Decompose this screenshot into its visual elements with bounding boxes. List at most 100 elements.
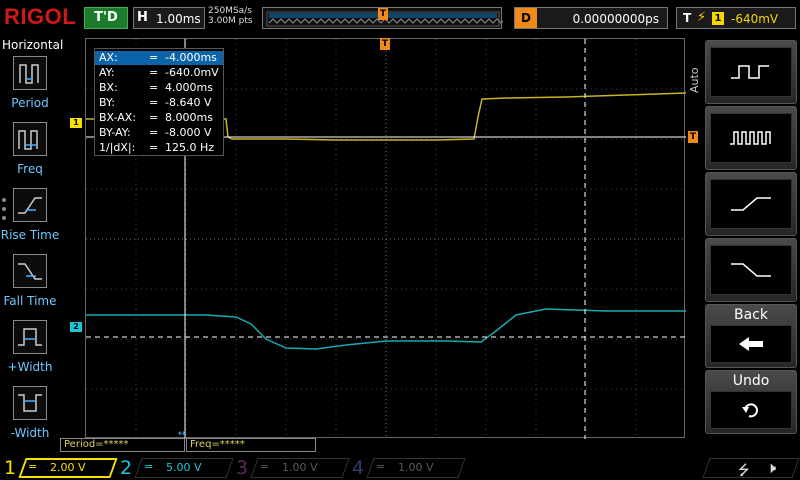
undo-label: Undo xyxy=(732,373,770,389)
cursor-key: BY: xyxy=(99,96,115,109)
channel-1-status[interactable]: 1 = 2.00 V xyxy=(0,456,118,480)
coupling-icon: = xyxy=(144,460,154,473)
channel-number: 4 xyxy=(352,457,365,479)
menu-title: Horizontal xyxy=(2,38,64,52)
cursor-value: -8.000 V xyxy=(165,126,212,139)
auto-fall-button[interactable] xyxy=(705,238,797,302)
channel-number: 3 xyxy=(236,457,249,479)
negative-width-label: -Width xyxy=(10,426,50,440)
rise-time-label: Rise Time xyxy=(0,228,60,242)
auto-side-label: Auto xyxy=(688,67,701,93)
freq-icon xyxy=(13,122,47,156)
timebase-label: H xyxy=(137,10,148,25)
measure-positive-width-item[interactable]: +Width xyxy=(0,320,60,386)
channel-3-status[interactable]: 3 = 1.00 V xyxy=(232,456,350,480)
positive-width-label: +Width xyxy=(7,360,53,374)
channel-number: 1 xyxy=(4,457,17,479)
auto-freq-button[interactable] xyxy=(705,106,797,170)
coupling-icon: = xyxy=(260,460,270,473)
cursor-value: -8.640 V xyxy=(165,96,212,109)
trigger-position-marker[interactable]: T xyxy=(380,38,390,50)
channel-scale: 1.00 V xyxy=(398,461,434,474)
square-wave-icon xyxy=(731,65,769,79)
freq-result-box: Freq=***** xyxy=(186,438,316,452)
period-label: Period xyxy=(11,96,49,110)
left-arrow-icon xyxy=(739,337,763,351)
cursor-key: BY-AY: xyxy=(99,126,131,139)
run-status-badge[interactable]: T'D xyxy=(84,7,128,29)
memory-trigger-marker: T xyxy=(378,8,388,20)
channel-scale: 2.00 V xyxy=(50,461,86,474)
cursor-value: -640.0mV xyxy=(165,66,219,79)
period-icon xyxy=(13,56,47,90)
timebase-display[interactable]: H 1.00ms xyxy=(133,7,205,29)
measurement-menu: Horizontal Period Freq Rise Time Fall Ti… xyxy=(0,36,64,456)
cursor-row-by: BY: = -8.640 V xyxy=(99,96,223,110)
falling-edge-icon xyxy=(731,263,771,277)
cursor-row-dy: BY-AY: = -8.000 V xyxy=(99,126,223,140)
fall-time-icon xyxy=(13,254,47,288)
ch1-offset-marker[interactable]: 1 xyxy=(70,118,82,128)
coupling-icon: = xyxy=(376,460,386,473)
cursor-row-ax[interactable]: AX: = -4.000ms xyxy=(95,51,223,65)
sample-rate: 250MSa/s xyxy=(208,6,252,16)
horizontal-delay-display[interactable]: D 0.00000000ps xyxy=(514,7,668,29)
freq-label: Freq xyxy=(17,162,43,176)
cursor-eq: = xyxy=(149,51,159,64)
cursor-key: AY: xyxy=(99,66,115,79)
measure-freq-item[interactable]: Freq xyxy=(0,122,60,188)
system-status-area xyxy=(702,458,800,478)
trigger-settings-display[interactable]: T ⚡ 1 -640mV xyxy=(676,7,796,29)
cursor-eq: = xyxy=(149,141,159,154)
channel-2-status[interactable]: 2 = 5.00 V xyxy=(116,456,234,480)
channel-number: 2 xyxy=(120,457,133,479)
positive-width-icon xyxy=(13,320,47,354)
undo-icon xyxy=(742,403,758,418)
cursor-value: 8.000ms xyxy=(165,111,213,124)
channel-status-bar: 1 = 2.00 V 2 = 5.00 V 3 = 1.00 V 4 = 1.0… xyxy=(0,456,800,480)
delay-value: 0.00000000ps xyxy=(572,12,659,26)
timebase-value: 1.00ms xyxy=(156,12,201,26)
measure-period-item[interactable]: Period xyxy=(0,56,60,122)
trigger-label: T xyxy=(683,11,692,25)
coupling-icon: = xyxy=(28,460,38,473)
rising-edge-icon xyxy=(731,197,771,211)
top-status-bar: RIGOL T'D H 1.00ms 250MSa/s 3.00M pts T … xyxy=(0,0,800,36)
channel-scale: 1.00 V xyxy=(282,461,318,474)
auto-rise-button[interactable] xyxy=(705,172,797,236)
measure-fall-time-item[interactable]: Fall Time xyxy=(0,254,60,320)
acquisition-info: 250MSa/s 3.00M pts xyxy=(208,6,253,26)
cursor-eq: = xyxy=(149,126,159,139)
cursor-value: -4.000ms xyxy=(165,51,217,64)
ch2-offset-marker[interactable]: 2 xyxy=(70,322,82,332)
brand-logo: RIGOL xyxy=(4,4,77,29)
rise-time-icon xyxy=(13,188,47,222)
channel-4-status[interactable]: 4 = 1.00 V xyxy=(348,456,466,480)
period-result-box: Period=***** xyxy=(60,438,185,452)
trigger-source: 1 xyxy=(712,12,724,25)
cursor-eq: = xyxy=(149,111,159,124)
cursor-eq: = xyxy=(149,81,159,94)
cursor-eq: = xyxy=(149,66,159,79)
rising-edge-icon: ⚡ xyxy=(697,10,707,25)
pulse-train-icon xyxy=(730,131,771,145)
cursor-row-bx: BX: = 4.000ms xyxy=(99,81,223,95)
auto-measure-menu: Auto Back Undo xyxy=(688,40,800,456)
measure-rise-time-item[interactable]: Rise Time xyxy=(0,188,60,254)
cursor-row-inv-dx: 1/|dX|: = 125.0 Hz xyxy=(99,141,223,155)
cursor-row-dx: BX-AX: = 8.000ms xyxy=(99,111,223,125)
cursor-key: 1/|dX|: xyxy=(99,141,136,154)
delay-label: D xyxy=(515,8,537,28)
cursor-key: BX: xyxy=(99,81,118,94)
undo-button[interactable]: Undo xyxy=(705,370,797,434)
memory-depth: 3.00M pts xyxy=(208,16,253,26)
speaker-muted-icon[interactable]: 🕨 xyxy=(766,458,776,478)
back-button[interactable]: Back xyxy=(705,304,797,368)
usb-icon: ⭍ xyxy=(738,463,750,479)
cursor-key: AX: xyxy=(99,51,118,64)
negative-width-icon xyxy=(13,386,47,420)
auto-period-button[interactable] xyxy=(705,40,797,104)
measure-negative-width-item[interactable]: -Width xyxy=(0,386,60,452)
memory-position-bar[interactable]: T xyxy=(262,7,503,29)
fall-time-label: Fall Time xyxy=(3,294,57,308)
